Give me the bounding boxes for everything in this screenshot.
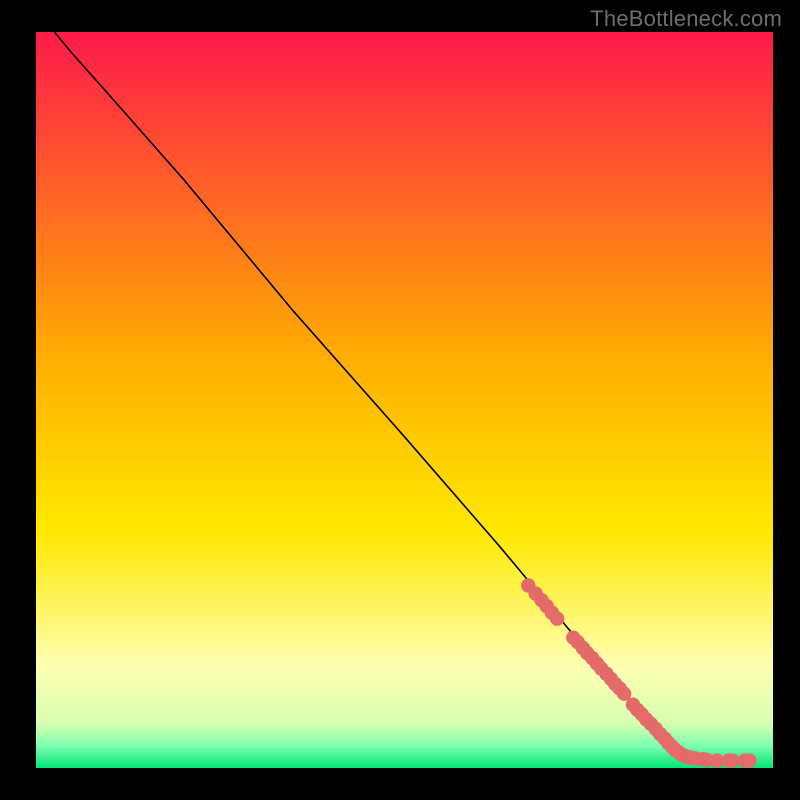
plot-background [36, 32, 773, 768]
data-dot [550, 611, 564, 625]
data-dot [742, 753, 756, 767]
data-dot [725, 753, 739, 767]
plot-svg [0, 0, 800, 800]
watermark-text: TheBottleneck.com [590, 6, 782, 32]
chart-frame: TheBottleneck.com [0, 0, 800, 800]
